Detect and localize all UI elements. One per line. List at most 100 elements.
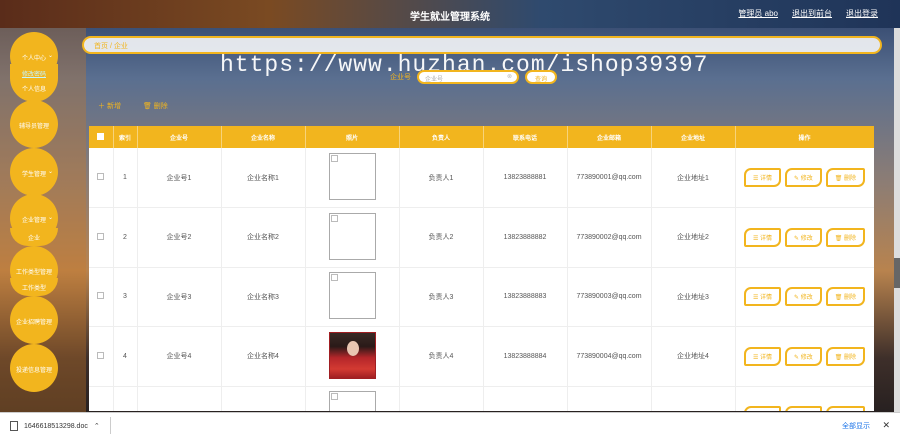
edit-button-label: 修改 [800, 235, 813, 242]
table-row: 4 企业号4 企业名称4 负责人4 13823888884 773890004@qq.co… [89, 326, 874, 387]
search-button[interactable]: 查询 [525, 70, 558, 84]
cell-company-name: 企业名称3 [221, 267, 306, 327]
cell-phone: 13823888881 [483, 148, 568, 208]
cell-photo [305, 267, 400, 327]
cell-address [651, 386, 736, 411]
delete-button[interactable]: 🗑 删除 [825, 168, 866, 187]
edit-button[interactable]: ✎ 修改 [785, 168, 822, 187]
detail-button-label: 详情 [760, 235, 773, 242]
chevron-up-icon[interactable]: ⌃ [94, 422, 100, 430]
close-icon[interactable]: ✕ [882, 420, 890, 431]
edit-button[interactable]: ✎ 修改 [785, 287, 822, 307]
bulk-delete-button[interactable]: 🗑 删除 [143, 101, 168, 111]
detail-button[interactable]: ☰ 详情 [743, 168, 782, 187]
edit-button[interactable]: ✎ 修改 [785, 346, 822, 366]
checkbox[interactable] [97, 351, 105, 359]
menu-label: 辅导员管理 [18, 124, 49, 130]
cell-photo [305, 148, 400, 208]
delete-button[interactable]: 🗑 删除 [825, 227, 866, 247]
search-input[interactable]: 企业号 ⊗ [417, 70, 519, 84]
pencil-icon: ✎ [794, 176, 801, 182]
cell-address: 企业地址4 [651, 326, 736, 387]
download-bar: 1646618513298.doc ⌃ 全部显示 ✕ [0, 412, 900, 437]
menu-delivery[interactable]: 投递信息管理 [10, 344, 58, 392]
cell-photo [305, 207, 400, 268]
action-bar: ＋ 新增 🗑 删除 [98, 101, 168, 111]
divider [110, 417, 111, 434]
delete-button-label: 删除 [844, 176, 857, 182]
row-actions: ☰ 详情✎ 修改🗑 删除 [736, 346, 874, 366]
broken-image-icon [328, 272, 376, 320]
cell-operations: ☰ 详情✎ 修改🗑 删除 [735, 326, 874, 387]
chevron-down-icon: ⌄ [47, 53, 53, 59]
list-icon: ☰ [752, 235, 760, 242]
detail-button[interactable]: ☰ 详情 [743, 406, 782, 411]
search-bar: 企业号 企业号 ⊗ 查询 [390, 70, 558, 84]
row-actions: ☰ 详情✎ 修改🗑 删除 [736, 406, 874, 411]
delete-button-label: 删除 [844, 295, 857, 302]
cell-phone: 13823888884 [483, 326, 568, 387]
add-button[interactable]: ＋ 新增 [98, 101, 121, 111]
menu-counselor[interactable]: 辅导员管理 [10, 100, 58, 148]
cell-phone [483, 386, 568, 411]
cell-index: 3 [113, 267, 138, 327]
menu-recruit[interactable]: 企业招聘管理 [10, 296, 58, 344]
company-photo [328, 331, 376, 379]
cell-email: 773890001@qq.com [567, 148, 652, 208]
row-checkbox[interactable] [89, 386, 114, 411]
detail-button[interactable]: ☰ 详情 [743, 287, 782, 307]
broken-image-icon [330, 274, 338, 282]
edit-button[interactable]: ✎ 修改 [785, 406, 822, 411]
checkbox[interactable] [97, 173, 105, 180]
delete-button[interactable]: 🗑 删除 [825, 287, 866, 307]
detail-button[interactable]: ☰ 详情 [743, 227, 782, 247]
row-checkbox[interactable] [89, 267, 114, 327]
front-link[interactable]: 退出到前台 [792, 8, 832, 19]
checkbox[interactable] [97, 132, 105, 140]
trash-icon: 🗑 [834, 176, 845, 182]
cell-manager: 负责人3 [399, 267, 484, 327]
detail-button[interactable]: ☰ 详情 [743, 346, 782, 366]
cell-photo [305, 386, 400, 411]
cell-manager: 负责人1 [399, 148, 484, 208]
row-checkbox[interactable] [89, 326, 114, 387]
pencil-icon: ✎ [794, 235, 801, 242]
table-row: 1 企业号1 企业名称1 负责人1 13823888881 773890001@qq.co… [89, 148, 874, 208]
add-label: 新增 [106, 103, 121, 110]
cell-manager: 负责人2 [399, 207, 484, 268]
delete-button[interactable]: 🗑 删除 [825, 346, 866, 366]
show-all-link[interactable]: 全部显示 [842, 421, 870, 431]
plus-icon: ＋ [98, 103, 107, 110]
delete-button[interactable]: 🗑 删除 [825, 406, 866, 411]
header-select-all[interactable] [89, 126, 114, 148]
cell-email: 773890004@qq.com [567, 326, 652, 387]
company-table: 索引 企业号 企业名称 照片 负责人 联系电话 企业邮箱 企业地址 操作 1 企业… [89, 126, 874, 411]
admin-link[interactable]: 管理员 abo [738, 8, 778, 19]
cell-phone: 13823888883 [483, 267, 568, 327]
header-company-name: 企业名称 [221, 126, 306, 148]
cell-company-no: 企业号4 [137, 326, 222, 387]
checkbox[interactable] [97, 292, 105, 300]
submenu-company-item[interactable]: 企业 [10, 230, 58, 245]
header-address: 企业地址 [651, 126, 736, 148]
menu-student[interactable]: 学生管理 ⌄ [10, 148, 58, 196]
logout-link[interactable]: 退出登录 [846, 8, 878, 19]
cell-index [113, 386, 138, 411]
row-checkbox[interactable] [89, 148, 114, 208]
clear-icon[interactable]: ⊗ [507, 73, 512, 80]
checkbox[interactable] [97, 232, 105, 240]
scrollbar-thumb[interactable] [894, 258, 900, 288]
broken-image-icon [328, 391, 376, 411]
sidebar: 个人中心 ⌄ 修改密码 个人信息 辅导员管理 学生管理 ⌄ 企业管理 ⌄ 企业 … [0, 28, 86, 412]
download-item[interactable]: 1646618513298.doc ⌃ [10, 421, 100, 431]
edit-button[interactable]: ✎ 修改 [785, 227, 822, 247]
submenu-job-type-item[interactable]: 工作类型 [10, 280, 58, 295]
cell-address: 企业地址3 [651, 267, 736, 327]
row-checkbox[interactable] [89, 207, 114, 268]
submenu-personal-info[interactable]: 个人信息 [10, 81, 58, 96]
breadcrumb-home[interactable]: 首页 [94, 43, 108, 50]
cell-company-name: 企业名称4 [221, 326, 306, 387]
submenu-change-password[interactable]: 修改密码 [10, 66, 58, 81]
broken-image-icon [330, 214, 338, 222]
page-scrollbar[interactable] [894, 28, 900, 412]
